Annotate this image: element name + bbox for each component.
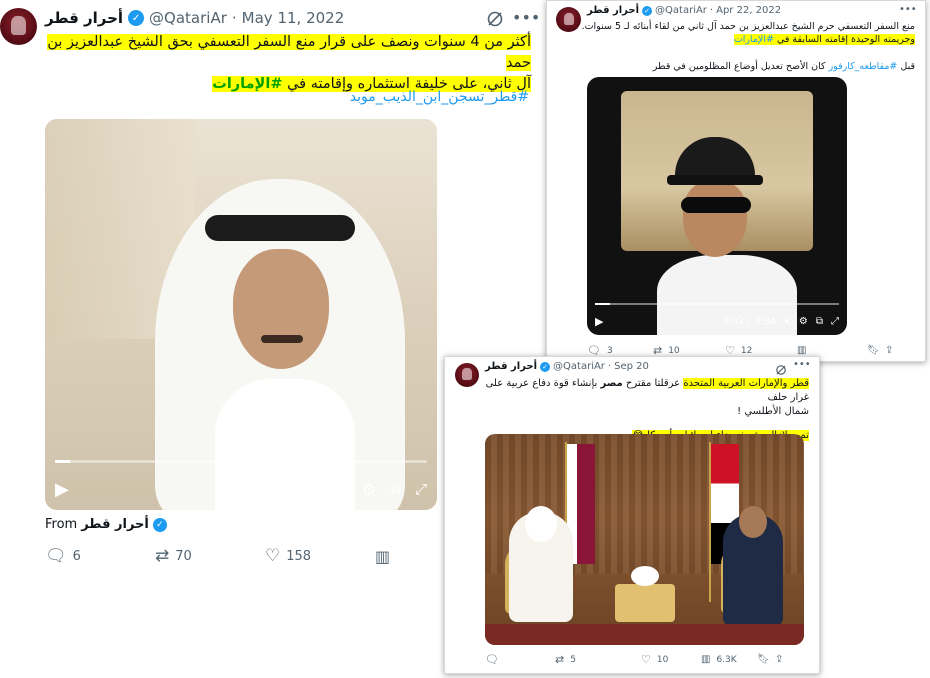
video-controls: ▶ 0:03 / 1:10 🔇︎ ⚙ ⧉ ⤢	[45, 479, 437, 500]
analytics-icon: ▥	[701, 654, 711, 665]
heart-icon: ♡	[641, 653, 651, 666]
analytics-icon: ▥	[797, 345, 807, 356]
tweet-text: أكثر من 4 سنوات ونصف على قرار منع السفر …	[47, 34, 531, 92]
reply-icon: 🗨︎	[45, 546, 67, 566]
like-button[interactable]: ♡ 158	[265, 546, 375, 566]
tweet-header: أحرار قطر ✓ @QatariAr · Apr 22, 2022	[587, 5, 782, 16]
video-player[interactable]: ▶ 0:02 / 0:34 🔇︎ ⚙ ⧉ ⤢	[587, 77, 847, 335]
share-button[interactable]: ⇪	[775, 654, 783, 665]
reply-icon: 🗨︎	[485, 653, 499, 666]
fullscreen-icon[interactable]: ⤢	[831, 316, 839, 327]
pip-icon[interactable]: ⧉	[390, 480, 401, 498]
embedded-tweet-card[interactable]: أحرار قطر ✓ @QatariAr · Apr 22, 2022 •••…	[546, 0, 926, 362]
analytics-icon: ▥	[375, 546, 391, 566]
heart-icon: ♡	[265, 546, 281, 566]
author-handle[interactable]: @QatariAr	[149, 9, 227, 27]
from-author-name[interactable]: أحرار قطر	[81, 517, 149, 532]
video-time: 0:03 / 1:10	[247, 481, 324, 497]
tweet-actions: 🗨︎ 6 ⇄ 70 ♡ 158 ▥	[45, 546, 390, 566]
verified-icon: ✓	[152, 517, 167, 532]
bookmark-button[interactable]: 🔖︎	[867, 345, 885, 356]
more-icon[interactable]: •••	[512, 8, 540, 27]
hashtag-link[interactable]: #قطر_تسجن_ابن_الذيب_موبد	[350, 89, 529, 105]
tweet-actions: 🗨︎ ⇄ 5 ♡ 10 ▥ 6.3K 🔖︎ ⇪	[485, 653, 783, 666]
share-icon: ⇪	[885, 345, 894, 356]
bookmark-button[interactable]: 🔖︎	[757, 654, 775, 665]
author-handle[interactable]: @QatariAr	[553, 361, 605, 372]
settings-icon[interactable]: ⚙	[799, 316, 808, 327]
photo-person	[509, 506, 573, 622]
verified-icon: ✓	[128, 10, 145, 26]
bookmark-icon: 🔖︎	[757, 654, 770, 665]
mute-icon[interactable]: 🔇︎	[785, 316, 791, 327]
video-time: 0:02 / 0:34	[721, 315, 777, 327]
video-controls: ▶ 0:02 / 0:34 🔇︎ ⚙ ⧉ ⤢	[587, 314, 847, 328]
fullscreen-icon[interactable]: ⤢	[415, 480, 427, 498]
mute-icon[interactable]: 🔇︎	[338, 479, 348, 499]
tweet-photo[interactable]	[485, 434, 804, 645]
author-handle[interactable]: @QatariAr	[655, 5, 707, 16]
video-player[interactable]: ▶ 0:03 / 1:10 🔇︎ ⚙ ⧉ ⤢	[45, 119, 437, 510]
author-name[interactable]: أحرار قطر	[45, 9, 123, 27]
more-icon[interactable]: •••	[793, 359, 811, 370]
video-progress-bar[interactable]	[55, 460, 427, 463]
settings-icon[interactable]: ⚙	[362, 480, 376, 499]
embedded-tweet-card[interactable]: أحرار قطر ✓ @QatariAr · Sep 20 ••• قطر و…	[444, 356, 820, 674]
verified-icon: ✓	[540, 361, 551, 372]
hashtag-link[interactable]: #الإمارات	[212, 76, 282, 92]
repost-button[interactable]: ⇄ 5	[555, 653, 641, 666]
repost-button[interactable]: ⇄ 70	[155, 546, 265, 566]
bookmark-icon: 🔖︎	[867, 345, 880, 356]
play-icon[interactable]: ▶	[55, 479, 69, 500]
tweet-header: أحرار قطر ✓ @QatariAr · May 11, 2022	[45, 9, 345, 27]
video-frame-person	[155, 159, 405, 510]
share-button[interactable]: ⇪	[885, 345, 893, 356]
grok-icon[interactable]	[486, 10, 504, 28]
play-icon[interactable]: ▶	[595, 315, 603, 328]
reply-button[interactable]: 🗨︎ 6	[45, 546, 155, 566]
author-name[interactable]: أحرار قطر	[587, 5, 639, 16]
verified-icon: ✓	[642, 5, 653, 16]
reply-button[interactable]: 🗨︎	[485, 653, 555, 666]
repost-icon: ⇄	[155, 546, 170, 566]
repost-icon: ⇄	[555, 653, 565, 666]
from-attribution: From أحرار قطر ✓	[45, 517, 167, 532]
hashtag-link[interactable]: #الإمارات	[734, 34, 774, 45]
share-icon: ⇪	[775, 654, 784, 665]
video-frame-person	[657, 137, 797, 335]
like-button[interactable]: ♡ 10	[641, 653, 701, 666]
avatar[interactable]	[0, 8, 37, 45]
hashtag-link[interactable]: #مقاطعه_كارفور	[829, 61, 898, 72]
analytics-button[interactable]: ▥	[797, 345, 867, 356]
views-button[interactable]: ▥ 6.3K	[701, 654, 757, 665]
tweet-text: منع السفر التعسفي حرم الشيخ عبدالعزيز بن…	[581, 21, 915, 72]
photo-person	[723, 506, 783, 626]
tweet-date[interactable]: Sep 20	[614, 361, 649, 372]
tweet-header: أحرار قطر ✓ @QatariAr · Sep 20	[485, 361, 649, 372]
analytics-button[interactable]: ▥	[375, 547, 390, 566]
tweet-date[interactable]: May 11, 2022	[242, 9, 345, 27]
video-progress-bar[interactable]	[595, 303, 839, 305]
pip-icon[interactable]: ⧉	[816, 316, 823, 327]
author-name[interactable]: أحرار قطر	[485, 361, 537, 372]
more-icon[interactable]: •••	[899, 4, 917, 15]
grok-icon[interactable]	[775, 361, 787, 375]
tweet-date[interactable]: Apr 22, 2022	[716, 5, 781, 16]
